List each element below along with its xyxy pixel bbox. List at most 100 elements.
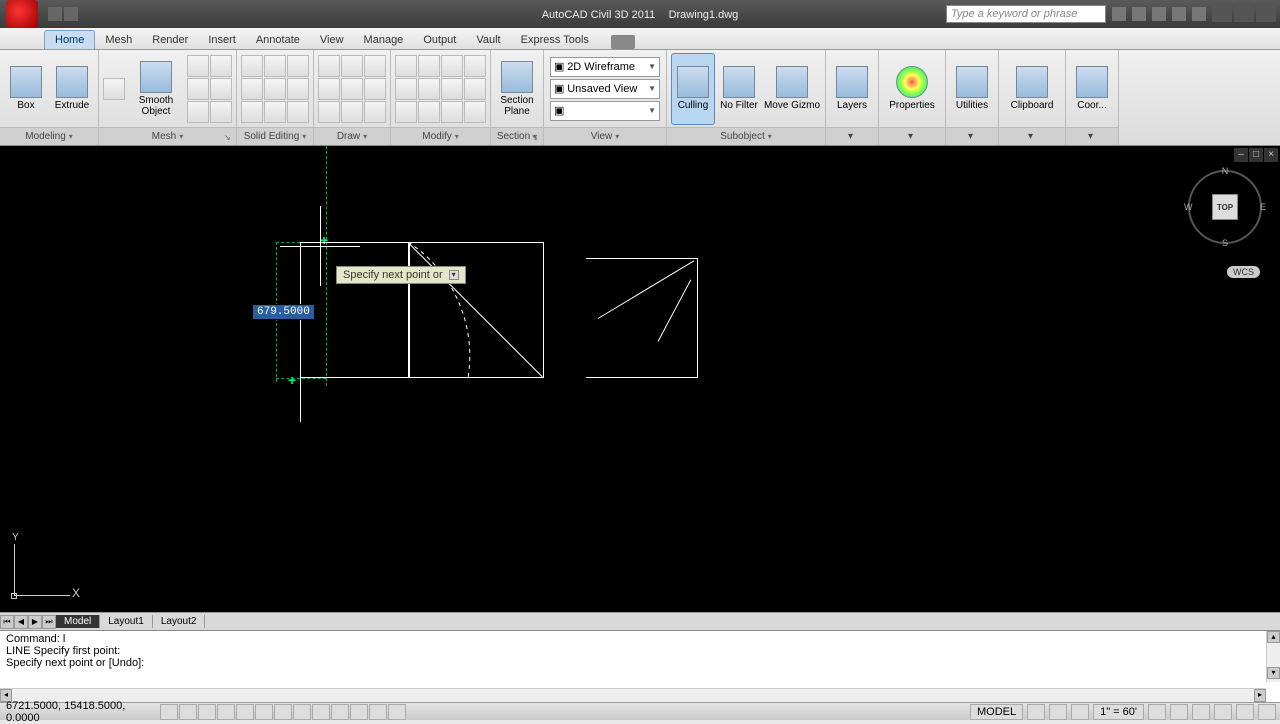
tab-express[interactable]: Express Tools bbox=[511, 31, 599, 49]
compass-e[interactable]: E bbox=[1260, 202, 1266, 212]
favorite-icon[interactable] bbox=[1172, 7, 1186, 21]
quickview-layouts[interactable] bbox=[1027, 704, 1045, 720]
trim-button[interactable] bbox=[441, 55, 463, 77]
annoscale-icon[interactable] bbox=[1148, 704, 1166, 720]
tab-manage[interactable]: Manage bbox=[354, 31, 414, 49]
compass-w[interactable]: W bbox=[1184, 202, 1193, 212]
viewcube-top-face[interactable]: TOP bbox=[1212, 194, 1238, 220]
layout-tab-model[interactable]: Model bbox=[56, 615, 100, 628]
modify-btn[interactable] bbox=[464, 101, 486, 123]
otrack-toggle[interactable] bbox=[274, 704, 292, 720]
scroll-up-icon[interactable]: ▴ bbox=[1267, 631, 1280, 643]
solid-btn[interactable] bbox=[241, 55, 263, 77]
tab-annotate[interactable]: Annotate bbox=[246, 31, 310, 49]
3dosnap-toggle[interactable] bbox=[255, 704, 273, 720]
drawing-canvas[interactable]: – □ × TOP N S E W WCS + + 679.5000 Speci… bbox=[0, 146, 1280, 612]
dyn-toggle[interactable] bbox=[312, 704, 330, 720]
annoscale-lock-icon[interactable] bbox=[1071, 704, 1089, 720]
close-button[interactable] bbox=[1256, 6, 1276, 22]
sc-toggle[interactable] bbox=[388, 704, 406, 720]
vp-close-icon[interactable]: × bbox=[1264, 148, 1278, 162]
tab-mesh[interactable]: Mesh bbox=[95, 31, 142, 49]
layout-last-icon[interactable]: ⏭ bbox=[42, 615, 56, 629]
tab-output[interactable]: Output bbox=[413, 31, 466, 49]
help-icon[interactable] bbox=[1192, 7, 1206, 21]
cmd-vscrollbar[interactable]: ▴ ▾ bbox=[1266, 631, 1280, 682]
solid-btn[interactable] bbox=[264, 55, 286, 77]
exchange-icon[interactable] bbox=[1152, 7, 1166, 21]
box-button[interactable]: Box bbox=[4, 53, 48, 125]
subscription-icon[interactable] bbox=[1132, 7, 1146, 21]
tab-render[interactable]: Render bbox=[142, 31, 198, 49]
rotate-button[interactable] bbox=[418, 55, 440, 77]
panel-title-view[interactable]: View bbox=[544, 127, 666, 145]
tpy-toggle[interactable] bbox=[350, 704, 368, 720]
grid-toggle[interactable] bbox=[179, 704, 197, 720]
toolbar-lock-icon[interactable] bbox=[1192, 704, 1210, 720]
mesh-btn[interactable] bbox=[187, 101, 209, 123]
ducs-toggle[interactable] bbox=[293, 704, 311, 720]
solid-btn[interactable] bbox=[264, 101, 286, 123]
mesh-dialog-launcher[interactable]: ↘ bbox=[224, 133, 234, 143]
annotation-scale[interactable]: 1" = 60' bbox=[1093, 704, 1144, 720]
workspace-switch[interactable] bbox=[1170, 704, 1188, 720]
layout-prev-icon[interactable]: ◀ bbox=[14, 615, 28, 629]
clipboard-button[interactable]: Clipboard bbox=[1003, 53, 1061, 125]
tab-home[interactable]: Home bbox=[44, 30, 95, 49]
compass-s[interactable]: S bbox=[1222, 238, 1228, 248]
isolate-objects-icon[interactable] bbox=[1236, 704, 1254, 720]
stretch-button[interactable] bbox=[395, 101, 417, 123]
no-filter-button[interactable]: No Filter bbox=[717, 53, 761, 125]
mesh-btn[interactable] bbox=[187, 78, 209, 100]
qat-undo-icon[interactable] bbox=[64, 7, 78, 21]
infocenter-search[interactable]: Type a keyword or phrase bbox=[946, 5, 1106, 23]
panel-drop-coor[interactable]: ▾ bbox=[1066, 127, 1118, 145]
layers-button[interactable]: Layers bbox=[830, 53, 874, 125]
ribbon-minimize-toggle[interactable] bbox=[611, 35, 635, 49]
minimize-button[interactable] bbox=[1212, 6, 1232, 22]
tab-insert[interactable]: Insert bbox=[198, 31, 246, 49]
snap-toggle[interactable] bbox=[160, 704, 178, 720]
move-button[interactable] bbox=[395, 55, 417, 77]
panel-title-modeling[interactable]: Modeling bbox=[0, 127, 98, 145]
panel-drop-clip[interactable]: ▾ bbox=[999, 127, 1065, 145]
ortho-toggle[interactable] bbox=[198, 704, 216, 720]
coordinates-button[interactable]: Coor... bbox=[1070, 53, 1114, 125]
culling-button[interactable]: Culling bbox=[671, 53, 715, 125]
circle-button[interactable] bbox=[318, 78, 340, 100]
solid-btn[interactable] bbox=[264, 78, 286, 100]
vp-minimize-icon[interactable]: – bbox=[1234, 148, 1248, 162]
panel-title-mesh[interactable]: Mesh bbox=[99, 127, 236, 145]
modify-btn[interactable] bbox=[464, 55, 486, 77]
scroll-down-icon[interactable]: ▾ bbox=[1267, 667, 1280, 679]
panel-title-solid[interactable]: Solid Editing bbox=[237, 127, 313, 145]
layout-tab-layout1[interactable]: Layout1 bbox=[100, 615, 153, 628]
solid-btn[interactable] bbox=[241, 78, 263, 100]
lwt-toggle[interactable] bbox=[331, 704, 349, 720]
polyline-button[interactable] bbox=[341, 55, 363, 77]
panel-drop-props[interactable]: ▾ bbox=[879, 127, 945, 145]
quickview-drawings[interactable] bbox=[1049, 704, 1067, 720]
modify-btn[interactable] bbox=[464, 78, 486, 100]
move-gizmo-button[interactable]: Move Gizmo bbox=[763, 53, 821, 125]
cmd-hscrollbar[interactable]: ◂ ▸ bbox=[0, 688, 1266, 702]
qat-save-icon[interactable] bbox=[48, 7, 62, 21]
mesh-btn[interactable] bbox=[187, 55, 209, 77]
section-plane-button[interactable]: Section Plane bbox=[495, 53, 539, 125]
dynamic-distance-input[interactable]: 679.5000 bbox=[252, 304, 315, 320]
mesh-btn[interactable] bbox=[210, 78, 232, 100]
layout-tab-layout2[interactable]: Layout2 bbox=[153, 615, 206, 628]
scroll-right-icon[interactable]: ▸ bbox=[1254, 689, 1266, 702]
section-dialog-launcher[interactable]: ↘ bbox=[531, 133, 541, 143]
panel-drop-util[interactable]: ▾ bbox=[946, 127, 998, 145]
app-menu-icon[interactable] bbox=[6, 0, 38, 28]
fillet-button[interactable] bbox=[441, 78, 463, 100]
smooth-object-button[interactable]: Smooth Object bbox=[127, 53, 185, 125]
layout-first-icon[interactable]: ⏮ bbox=[0, 615, 14, 629]
osnap-toggle[interactable] bbox=[236, 704, 254, 720]
solid-btn[interactable] bbox=[287, 55, 309, 77]
panel-title-subobject[interactable]: Subobject bbox=[667, 127, 825, 145]
utilities-button[interactable]: Utilities bbox=[950, 53, 994, 125]
visual-style-dropdown[interactable]: ▣ 2D Wireframe ▼ bbox=[550, 57, 660, 77]
panel-drop-layers[interactable]: ▾ bbox=[826, 127, 878, 145]
